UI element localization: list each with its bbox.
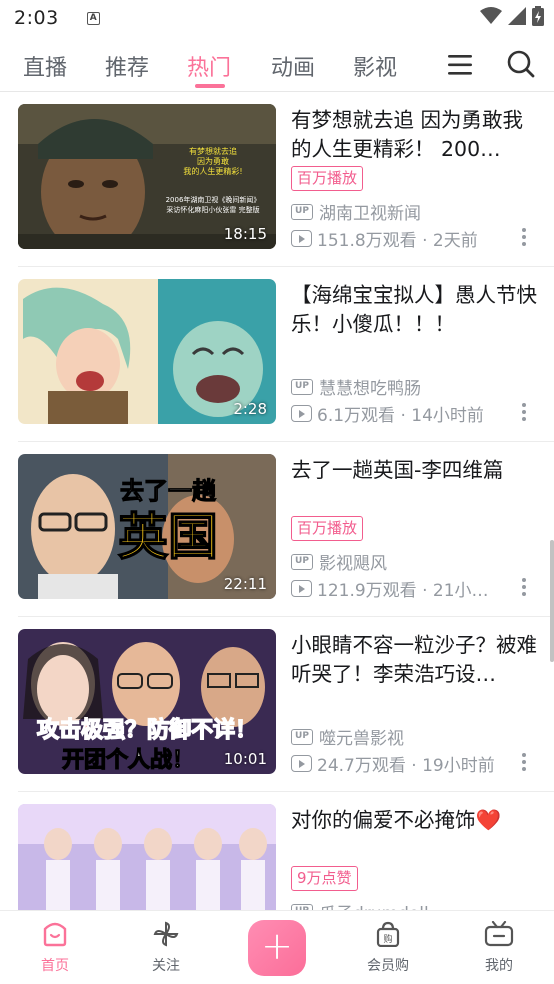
nav-mine-label: 我的 [485, 958, 513, 974]
more-options-icon[interactable] [522, 578, 526, 599]
status-time: 2:03 [14, 7, 59, 29]
thumb-caption: 有梦想就去追 [189, 146, 237, 156]
search-icon[interactable] [507, 50, 535, 78]
more-options-icon[interactable] [522, 228, 526, 249]
video-duration: 18:15 [223, 225, 267, 243]
thumb-caption: 采访怀化麻阳小伙张雷 完整版 [166, 205, 259, 214]
pinwheel-icon [153, 921, 179, 947]
video-title[interactable]: 去了一趟英国-李四维篇 [291, 456, 539, 485]
nav-vip-shop[interactable]: 购 会员购 [348, 921, 428, 975]
tab-anime[interactable]: 动画 [271, 50, 315, 82]
status-icons [480, 6, 544, 26]
thumb-caption: 英国 [118, 508, 218, 566]
video-card[interactable]: 2:28 【海绵宝宝拟人】愚人节快乐！小傻瓜！！！ UP 慧慧想吃鸭肠 6.1万… [0, 267, 554, 442]
uploader-name: 噬元兽影视 [319, 729, 404, 749]
view-meta: 6.1万观看 · 14小时前 [291, 401, 484, 426]
more-options-icon[interactable] [522, 403, 526, 424]
video-thumbnail[interactable]: 2:28 [18, 279, 276, 424]
uploader-row[interactable]: UP 影视飓风 [291, 549, 387, 574]
bottom-nav-bar: 首页 关注 + 购 会员购 我的 [0, 910, 554, 984]
tab-recommend[interactable]: 推荐 [105, 50, 149, 82]
nav-follow[interactable]: 关注 [126, 921, 206, 975]
battery-icon [532, 6, 544, 26]
scrollbar[interactable] [550, 540, 554, 662]
nav-follow-label: 关注 [152, 958, 180, 974]
video-card[interactable]: 攻击极强？防御不详！ 开团个人战！ 10:01 小眼睛不容一粒沙子？被难听哭了！… [0, 617, 554, 792]
signal-icon [508, 7, 526, 25]
nav-home[interactable]: 首页 [15, 921, 95, 975]
thumb-caption: 去了一趟 [120, 477, 217, 505]
view-count-and-time: 24.7万观看 · 19小时前 [317, 756, 495, 776]
video-card[interactable]: 有梦想就去追 因为勇敢 我的人生更精彩! 2006年湖南卫视《晚间新闻》 采访怀… [0, 92, 554, 267]
tv-icon [484, 920, 514, 947]
uploader-name: 慧慧想吃鸭肠 [319, 379, 421, 399]
top-tab-bar: 直播 推荐 热门 动画 影视 [0, 36, 554, 92]
thumb-caption: 攻击极强？防御不详！ [37, 717, 257, 743]
tab-film[interactable]: 影视 [353, 50, 397, 82]
popularity-badge: 百万播放 [291, 166, 364, 191]
uploader-row[interactable]: UP 慧慧想吃鸭肠 [291, 374, 421, 399]
video-title[interactable]: 【海绵宝宝拟人】愚人节快乐！小傻瓜！！！ [291, 281, 539, 339]
video-thumbnail[interactable]: 攻击极强？防御不详！ 开团个人战！ 10:01 [18, 629, 276, 774]
up-icon: UP [291, 378, 313, 395]
video-card[interactable]: 去了一趟 英国 22:11 去了一趟英国-李四维篇 百万播放 UP 影视飓风 1… [0, 442, 554, 617]
add-button[interactable]: + [248, 920, 306, 976]
video-duration: 2:28 [233, 400, 267, 418]
nav-home-label: 首页 [41, 958, 69, 974]
nav-mine[interactable]: 我的 [459, 920, 539, 975]
video-title[interactable]: 对你的偏爱不必掩饰❤️ [291, 806, 539, 835]
view-count-and-time: 121.9万观看 · 21小… [317, 581, 489, 601]
popularity-badge: 百万播放 [291, 516, 364, 541]
uploader-name: 湖南卫视新闻 [319, 204, 421, 224]
view-count-and-time: 151.8万观看 · 2天前 [317, 231, 478, 251]
play-count-icon [291, 580, 312, 597]
thumb-caption: 2006年湖南卫视《晚间新闻》 [166, 195, 261, 204]
video-thumbnail[interactable]: 去了一趟 英国 22:11 [18, 454, 276, 599]
popularity-badge: 9万点赞 [291, 866, 358, 891]
up-icon: UP [291, 728, 313, 745]
play-count-icon [291, 230, 312, 247]
video-card[interactable]: 对你的偏爱不必掩饰❤️ 9万点赞 UP 爪子drumdoll [0, 792, 554, 910]
uploader-name: 影视飓风 [319, 554, 387, 574]
thumb-caption: 开团个人战！ [62, 748, 194, 773]
up-icon: UP [291, 203, 313, 220]
uploader-row[interactable]: UP 湖南卫视新闻 [291, 199, 421, 224]
home-icon [43, 922, 67, 947]
play-count-icon [291, 755, 312, 772]
uploader-name: 爪子drumdoll [319, 899, 429, 910]
view-meta: 151.8万观看 · 2天前 [291, 226, 478, 251]
svg-text:购: 购 [383, 933, 392, 945]
view-count-and-time: 6.1万观看 · 14小时前 [317, 406, 484, 426]
uploader-row[interactable]: UP 爪子drumdoll [291, 899, 429, 910]
video-title[interactable]: 小眼睛不容一粒沙子？被难听哭了！李荣浩巧设… [291, 631, 539, 689]
video-thumbnail[interactable]: 有梦想就去追 因为勇敢 我的人生更精彩! 2006年湖南卫视《晚间新闻》 采访怀… [18, 104, 276, 249]
more-options-icon[interactable] [522, 753, 526, 774]
tab-live[interactable]: 直播 [23, 50, 67, 82]
tab-hot[interactable]: 热门 [187, 50, 231, 82]
shopping-bag-icon: 购 [376, 921, 400, 948]
play-count-icon [291, 405, 312, 422]
thumb-caption: 我的人生更精彩! [183, 166, 242, 176]
notification-icon: A [86, 11, 100, 25]
video-duration: 10:01 [223, 750, 267, 768]
menu-icon[interactable] [448, 54, 472, 76]
active-tab-indicator [195, 84, 225, 88]
view-meta: 121.9万观看 · 21小… [291, 576, 489, 601]
status-bar: 2:03 A [0, 0, 554, 36]
up-icon: UP [291, 553, 313, 570]
video-thumbnail[interactable] [18, 804, 276, 910]
view-meta: 24.7万观看 · 19小时前 [291, 751, 495, 776]
video-feed[interactable]: 有梦想就去追 因为勇敢 我的人生更精彩! 2006年湖南卫视《晚间新闻》 采访怀… [0, 92, 554, 910]
thumb-caption: 因为勇敢 [197, 156, 229, 166]
video-duration: 22:11 [223, 575, 267, 593]
video-title[interactable]: 有梦想就去追 因为勇敢我的人生更精彩！ 200… [291, 106, 539, 164]
uploader-row[interactable]: UP 噬元兽影视 [291, 724, 404, 749]
wifi-icon [480, 7, 502, 24]
nav-vip-shop-label: 会员购 [367, 958, 409, 974]
